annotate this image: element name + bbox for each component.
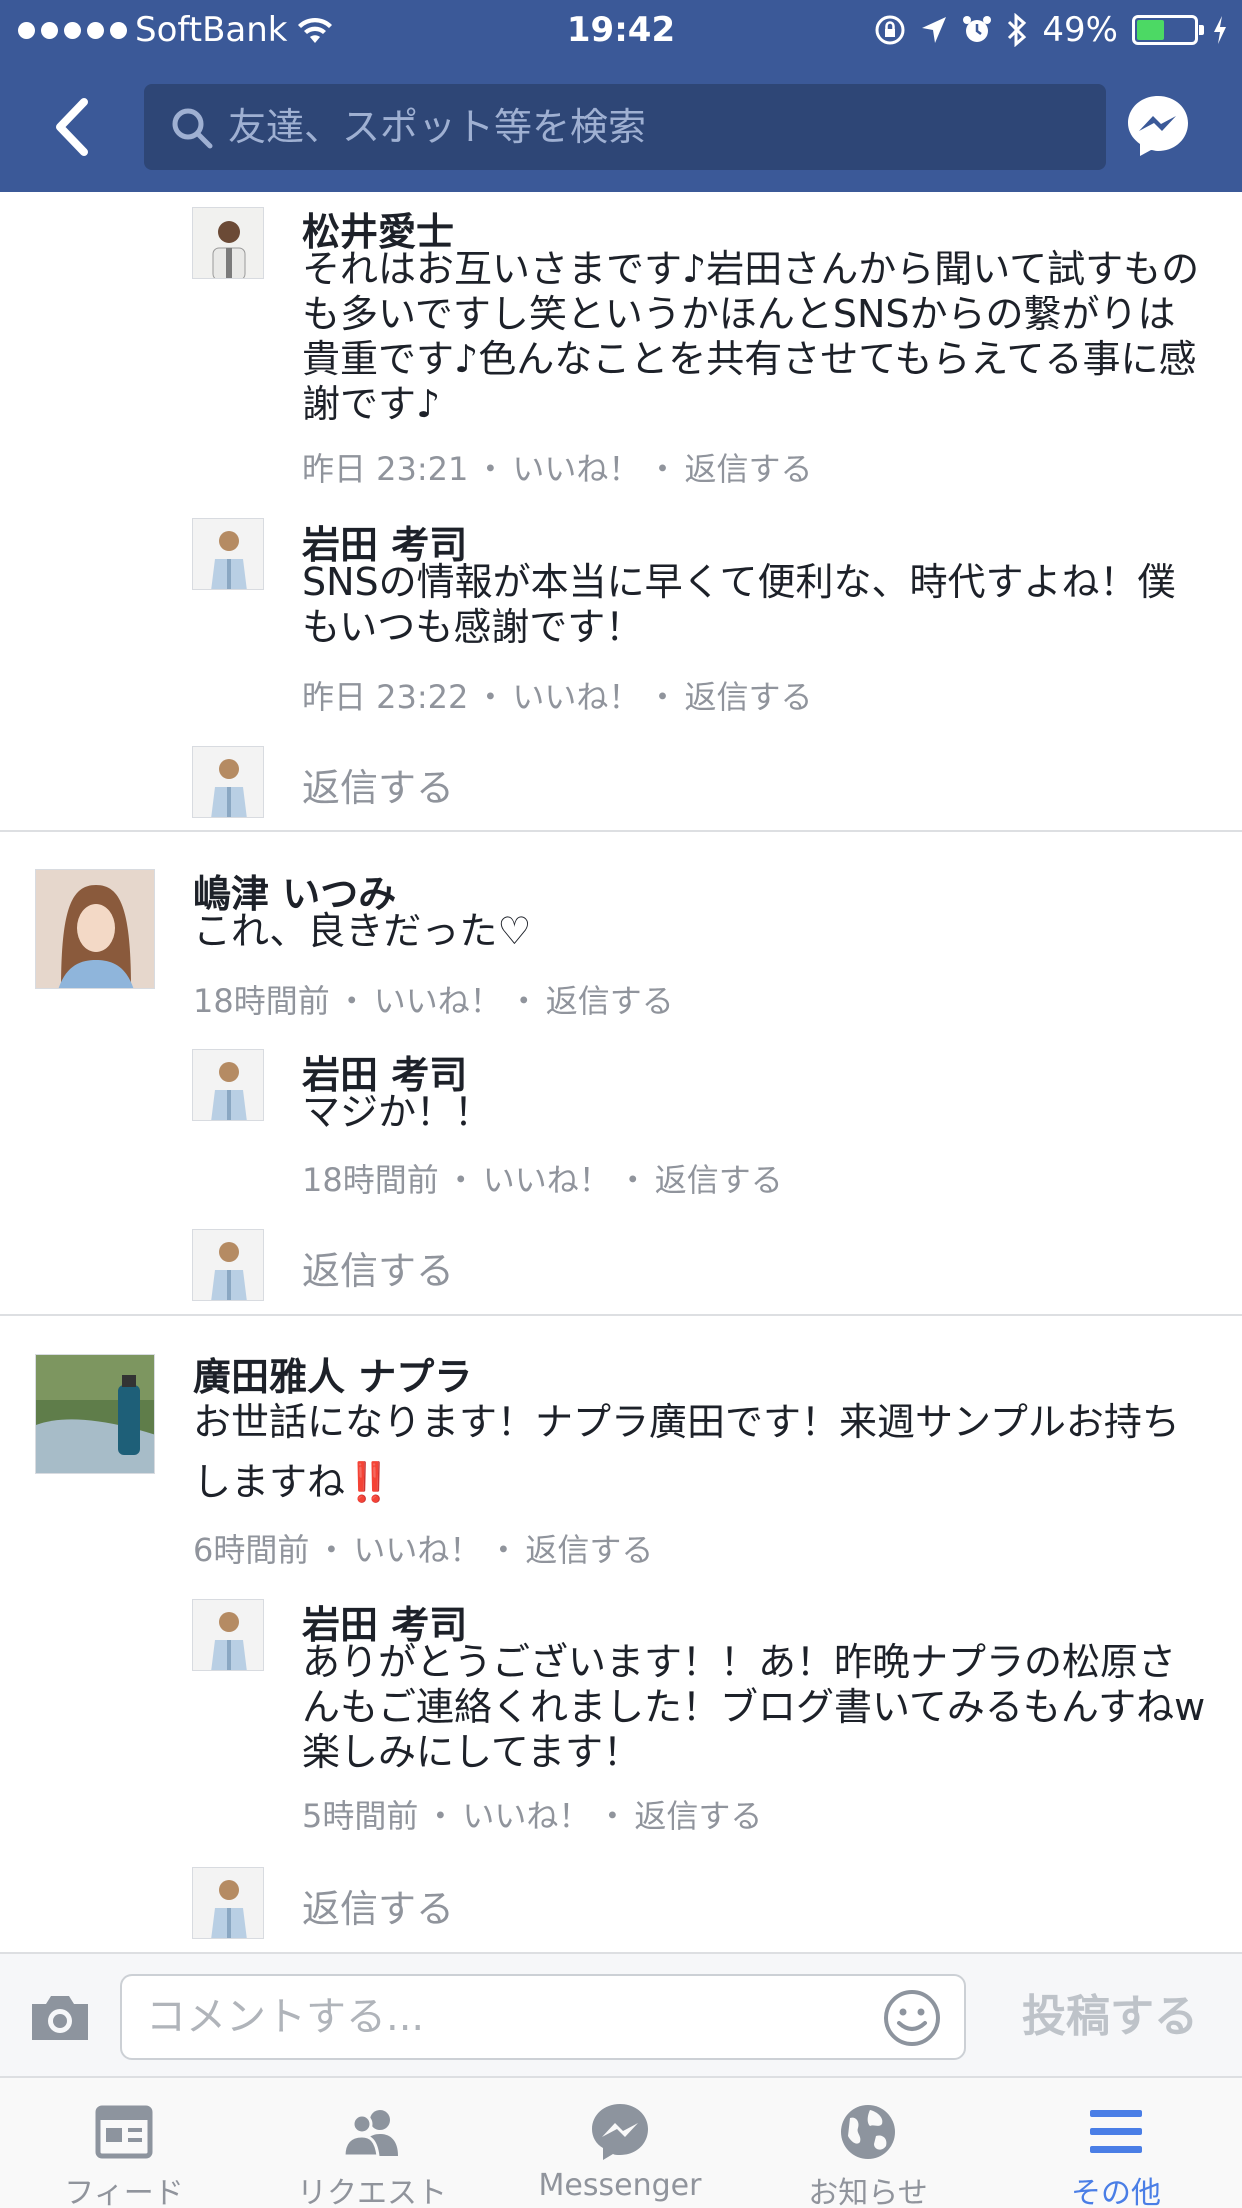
tab-messenger[interactable]: Messenger: [496, 2078, 744, 2208]
comment-time: 昨日 23:22: [302, 678, 469, 716]
status-icons: 49%: [874, 10, 1228, 50]
comment-time: 18時間前: [193, 982, 330, 1020]
reply-link[interactable]: 返信する: [546, 982, 674, 1020]
comment-time: 6時間前: [193, 1531, 310, 1569]
comment-input[interactable]: [146, 1976, 866, 2058]
search-bar[interactable]: [144, 84, 1106, 170]
tab-bar: フィード リクエスト Messenger お知らせ その他: [0, 2076, 1242, 2208]
orientation-lock-icon: [875, 15, 905, 45]
reply-link[interactable]: 返信する: [684, 678, 812, 716]
comment-meta: 昨日 23:22 ・いいね！・返信する: [302, 678, 813, 716]
status-bar: SoftBank 19:42 49%: [0, 0, 1242, 62]
like-link[interactable]: いいね！: [353, 1531, 481, 1569]
comment-text: ありがとうございます！！あ！昨晩ナプラの松原さんもご連絡くれました！ブログ書いて…: [302, 1640, 1206, 1774]
reply-prompt[interactable]: 返信する: [302, 757, 454, 812]
comment-meta: 5時間前・いいね！・返信する: [302, 1797, 763, 1835]
avatar: [192, 1229, 264, 1301]
like-link[interactable]: いいね！: [512, 678, 640, 716]
avatar[interactable]: [35, 869, 155, 989]
like-link[interactable]: いいね！: [462, 1797, 590, 1835]
comment-meta: 6時間前・いいね！・返信する: [193, 1531, 654, 1569]
bluetooth-icon: [1008, 13, 1027, 47]
globe-icon: [841, 2105, 895, 2159]
avatar[interactable]: [35, 1354, 155, 1474]
avatar: [192, 746, 264, 818]
reply-link[interactable]: 返信する: [525, 1531, 653, 1569]
battery-level: [1137, 20, 1164, 40]
avatar: [192, 1867, 264, 1939]
thread-divider: [0, 830, 1242, 832]
back-button[interactable]: [40, 82, 110, 172]
menu-icon: [1090, 2110, 1142, 2153]
comment-text: マジか！！: [302, 1090, 493, 1134]
camera-icon: [32, 1996, 88, 2040]
battery-percent: 49%: [1042, 10, 1118, 50]
like-link[interactable]: いいね！: [512, 450, 640, 488]
top-bar: SoftBank 19:42 49% 友達、スポット等を検索: [0, 0, 1242, 192]
comment-composer: 投稿する: [0, 1952, 1242, 2076]
tab-notifications[interactable]: お知らせ: [744, 2078, 992, 2208]
messenger-icon: [1128, 96, 1188, 156]
location-icon: [922, 17, 947, 43]
messenger-icon: [592, 2104, 648, 2160]
reply-link[interactable]: 返信する: [684, 450, 812, 488]
tab-more[interactable]: その他: [992, 2078, 1240, 2208]
avatar[interactable]: [192, 1599, 264, 1671]
avatar[interactable]: [192, 518, 264, 590]
charging-icon: [1214, 16, 1226, 44]
smiley-icon[interactable]: [882, 1988, 942, 2048]
comment-meta: 昨日 23:21 ・いいね！・返信する: [302, 450, 813, 488]
post-button[interactable]: 投稿する: [1000, 1982, 1220, 2052]
reply-prompt[interactable]: 返信する: [302, 1878, 454, 1933]
comment-text: SNSの情報が本当に早くて便利な、時代すよね！僕もいつも感謝です！: [302, 560, 1176, 649]
comment-time: 昨日 23:21: [302, 450, 469, 488]
alarm-icon: [963, 16, 992, 42]
tab-feed[interactable]: フィード: [0, 2078, 248, 2208]
like-link[interactable]: いいね！: [374, 982, 502, 1020]
comment-text: お世話になります！ナプラ廣田です！来週サンプルお持ちしますね‼️: [193, 1392, 1213, 1512]
comment-list: 松井愛士 それはお互いさまです♪岩田さんから聞いて試すものも多いですし笑というか…: [0, 192, 1242, 1952]
comment-text: それはお互いさまです♪岩田さんから聞いて試すものも多いですし笑というかほんとSN…: [302, 247, 1200, 426]
double-exclamation-emoji: ‼️: [345, 1460, 393, 1504]
comment-time: 5時間前: [302, 1797, 419, 1835]
search-icon: [172, 108, 213, 149]
messenger-button[interactable]: [1124, 92, 1192, 160]
chevron-left-icon: [56, 98, 88, 156]
tab-label: その他: [1071, 2176, 1161, 2208]
battery-icon: [1132, 15, 1204, 45]
reply-link[interactable]: 返信する: [634, 1797, 762, 1835]
reply-link[interactable]: 返信する: [655, 1161, 783, 1199]
reply-prompt[interactable]: 返信する: [302, 1240, 454, 1295]
feed-icon: [95, 2105, 153, 2159]
tab-label: リクエスト: [297, 2176, 447, 2208]
comment-meta: 18時間前・いいね！・返信する: [193, 982, 674, 1020]
avatar[interactable]: [192, 1049, 264, 1121]
tab-label: フィード: [64, 2176, 184, 2208]
comment-body: お世話になります！ナプラ廣田です！来週サンプルお持ちしますね: [193, 1400, 1180, 1504]
search-input[interactable]: [228, 84, 1088, 170]
comment-time: 18時間前: [302, 1161, 439, 1199]
comment-field[interactable]: [120, 1974, 966, 2060]
friend-requests-icon: [342, 2110, 398, 2158]
tab-label: お知らせ: [808, 2176, 928, 2208]
thread-divider: [0, 1314, 1242, 1316]
avatar[interactable]: [192, 207, 264, 279]
tab-requests[interactable]: リクエスト: [248, 2078, 496, 2208]
comment-meta: 18時間前・いいね！・返信する: [302, 1161, 783, 1199]
tab-label: Messenger: [538, 2168, 702, 2203]
comment-text: これ、良きだった♡: [193, 909, 532, 953]
camera-button[interactable]: [28, 1992, 92, 2044]
like-link[interactable]: いいね！: [483, 1161, 611, 1199]
